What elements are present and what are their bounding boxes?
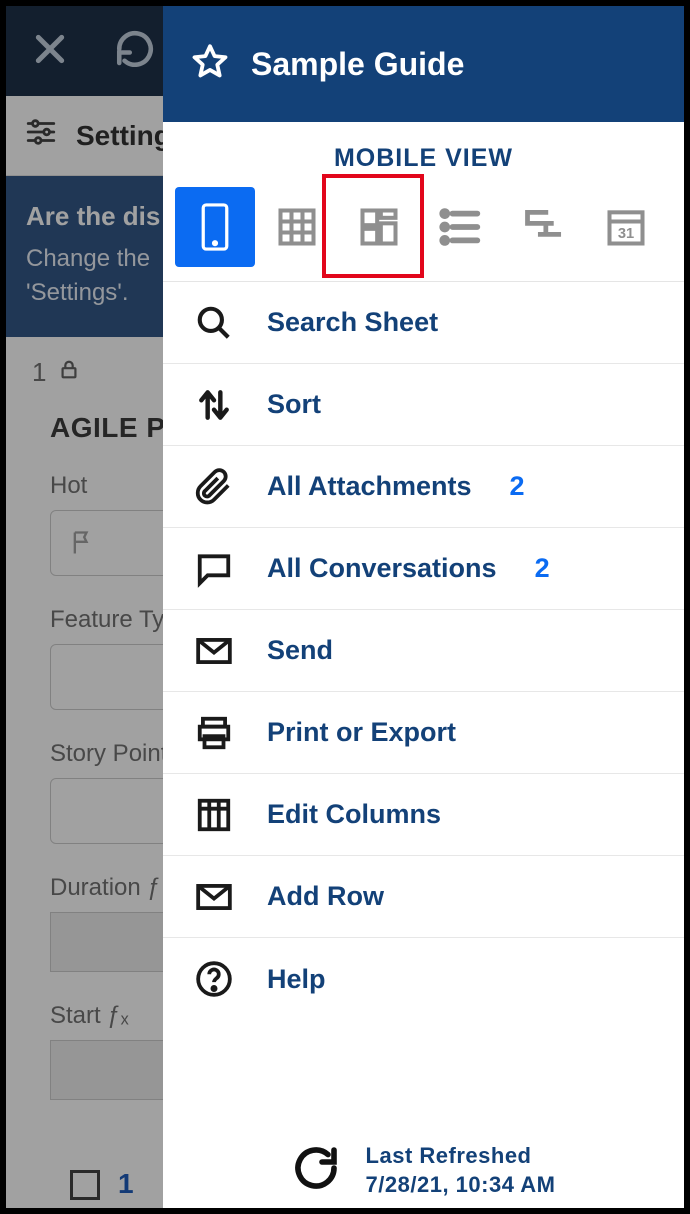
view-card-icon[interactable] [339, 187, 419, 267]
menu-label: Edit Columns [267, 799, 441, 830]
menu-print-export[interactable]: Print or Export [163, 692, 684, 774]
star-icon[interactable] [191, 43, 229, 86]
menu-send[interactable]: Send [163, 610, 684, 692]
bottom-number: 1 [118, 1168, 134, 1200]
panel-title: Sample Guide [251, 46, 464, 83]
menu-label: All Attachments [267, 471, 472, 502]
panel-menu: Search Sheet Sort All Attachments 2 All … [163, 282, 684, 1113]
view-gantt-icon[interactable] [504, 187, 584, 267]
print-icon [193, 714, 235, 752]
refresh-icon[interactable] [114, 28, 156, 75]
refresh-area[interactable]: Last Refreshed 7/28/21, 10:34 AM [163, 1113, 684, 1208]
refresh-icon [292, 1144, 340, 1197]
row-number-value: 1 [32, 357, 46, 388]
attachment-icon [193, 468, 235, 506]
view-list-icon[interactable] [422, 187, 502, 267]
menu-label: Search Sheet [267, 307, 438, 338]
menu-edit-columns[interactable]: Edit Columns [163, 774, 684, 856]
menu-help[interactable]: Help [163, 938, 684, 1020]
sort-icon [193, 386, 235, 424]
refresh-timestamp: 7/28/21, 10:34 AM [366, 1170, 556, 1200]
search-icon [193, 304, 235, 342]
menu-label: Add Row [267, 881, 384, 912]
refresh-label: Last Refreshed [366, 1141, 556, 1171]
send-icon [193, 632, 235, 670]
checkbox-icon[interactable] [70, 1170, 100, 1200]
menu-search-sheet[interactable]: Search Sheet [163, 282, 684, 364]
view-mobile-icon[interactable] [175, 187, 255, 267]
close-icon[interactable] [30, 29, 70, 74]
menu-label: Send [267, 635, 333, 666]
add-row-icon [193, 878, 235, 916]
columns-icon [193, 796, 235, 834]
menu-label: Sort [267, 389, 321, 420]
menu-label: Print or Export [267, 717, 456, 748]
menu-label: All Conversations [267, 553, 497, 584]
help-icon [193, 960, 235, 998]
sliders-icon [24, 115, 58, 156]
menu-label: Help [267, 964, 326, 995]
menu-sort[interactable]: Sort [163, 364, 684, 446]
menu-conversations[interactable]: All Conversations 2 [163, 528, 684, 610]
side-panel: Sample Guide MOBILE VIEW 31 [163, 6, 684, 1208]
menu-attachments[interactable]: All Attachments 2 [163, 446, 684, 528]
view-icon-row: 31 [163, 187, 684, 282]
svg-text:31: 31 [618, 226, 634, 242]
panel-header: Sample Guide [163, 6, 684, 122]
view-calendar-icon[interactable]: 31 [586, 187, 666, 267]
conversations-badge: 2 [535, 553, 550, 584]
menu-add-row[interactable]: Add Row [163, 856, 684, 938]
lock-icon [58, 357, 80, 388]
view-grid-icon[interactable] [257, 187, 337, 267]
attachments-badge: 2 [510, 471, 525, 502]
conversation-icon [193, 550, 235, 588]
mobile-view-label: MOBILE VIEW [163, 122, 684, 187]
